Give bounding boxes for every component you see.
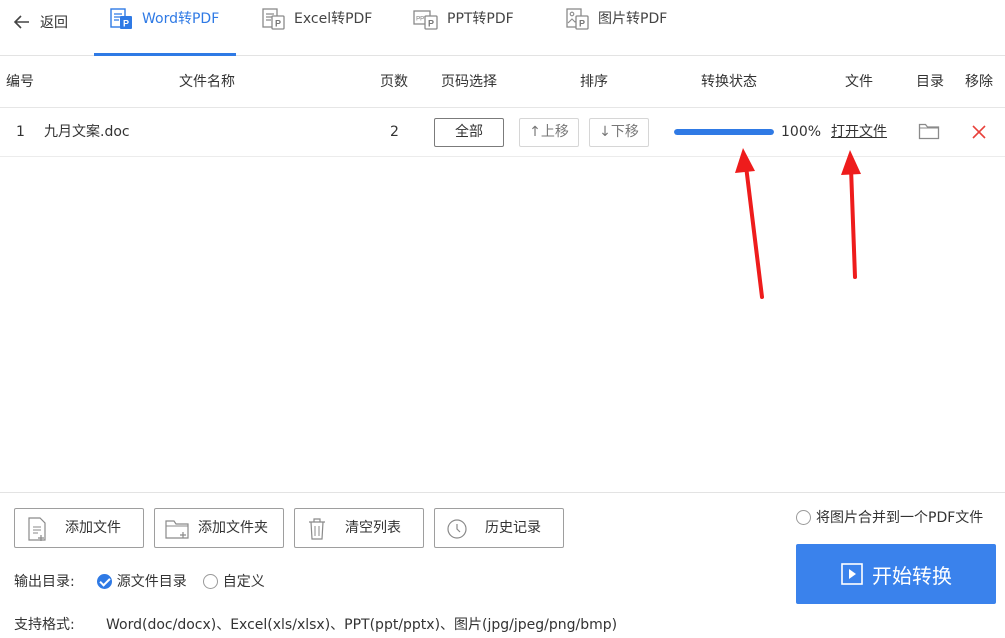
tab-ppt-to-pdf[interactable]: PPT P PPT转PDF: [413, 0, 514, 56]
column-header-status: 转换状态: [701, 74, 757, 90]
merge-images-option[interactable]: 将图片合并到一个PDF文件: [796, 507, 983, 527]
output-directory: 输出目录: 源文件目录 自定义: [14, 571, 265, 591]
tab-label: 图片转PDF: [598, 11, 668, 27]
remove-button[interactable]: [971, 124, 987, 140]
history-button[interactable]: 历史记录: [434, 508, 564, 548]
table-row: 1 九月文案.doc 2 全部 ↑上移 ↓下移 100% 打开文件: [0, 108, 1005, 157]
tab-label: Word转PDF: [142, 11, 220, 27]
arrow-left-icon: [13, 15, 29, 29]
custom-dir-label: 自定义: [222, 574, 265, 590]
output-directory-label: 输出目录:: [14, 574, 75, 590]
close-icon: [972, 125, 986, 139]
annotation-arrow-progress: [735, 148, 764, 299]
column-header-filename: 文件名称: [179, 74, 235, 90]
progress-text: 100%: [781, 124, 822, 140]
column-header-pages: 页数: [380, 74, 408, 90]
merge-images-label: 将图片合并到一个PDF文件: [816, 510, 984, 526]
column-header-directory: 目录: [916, 74, 944, 90]
svg-text:P: P: [579, 19, 585, 29]
ppt-pdf-icon: PPT P: [413, 10, 438, 30]
bottom-panel: 添加文件 添加文件夹 清空列表 历史记录 将图片合并到一个PDF文件 开始转换 …: [0, 492, 1005, 638]
tab-label: Excel转PDF: [294, 11, 373, 27]
open-folder-button[interactable]: [918, 122, 940, 142]
source-dir-label: 源文件目录: [116, 574, 187, 590]
row-filename: 九月文案.doc: [44, 124, 130, 140]
excel-pdf-icon: P: [262, 8, 285, 30]
row-index: 1: [16, 124, 25, 140]
back-button[interactable]: 返回: [12, 10, 68, 34]
image-pdf-icon: P: [566, 8, 589, 30]
column-header-sort: 排序: [580, 74, 608, 90]
column-header-page-select: 页码选择: [441, 74, 497, 90]
output-option-custom[interactable]: 自定义: [202, 571, 265, 591]
tab-word-to-pdf[interactable]: P Word转PDF: [94, 0, 236, 56]
add-folder-label: 添加文件夹: [198, 520, 268, 536]
open-file-link[interactable]: 打开文件: [831, 108, 887, 157]
tab-excel-to-pdf[interactable]: P Excel转PDF: [260, 0, 372, 56]
supported-formats-label: 支持格式:: [14, 617, 75, 633]
move-down-button[interactable]: ↓下移: [589, 118, 649, 147]
source-dir-radio[interactable]: [96, 573, 112, 589]
history-label: 历史记录: [485, 520, 541, 536]
clear-list-button[interactable]: 清空列表: [294, 508, 424, 548]
svg-text:P: P: [275, 19, 281, 29]
progress-bar-fill: [674, 129, 774, 135]
annotation-arrow-open-file: [841, 150, 861, 279]
svg-text:P: P: [123, 19, 129, 29]
table-header: 编号 文件名称 页数 页码选择 排序 转换状态 文件 目录 移除: [0, 56, 1005, 108]
page-select-button[interactable]: 全部: [434, 118, 504, 147]
output-option-source-dir[interactable]: 源文件目录: [96, 571, 187, 591]
tab-label: PPT转PDF: [447, 11, 514, 27]
tab-image-to-pdf[interactable]: P 图片转PDF: [564, 0, 667, 56]
conversion-progress-bar: [674, 129, 774, 135]
add-file-button[interactable]: 添加文件: [14, 508, 144, 548]
move-up-button[interactable]: ↑上移: [519, 118, 579, 147]
add-file-label: 添加文件: [65, 520, 121, 536]
merge-images-radio[interactable]: [796, 509, 811, 525]
column-header-index: 编号: [6, 74, 34, 90]
column-header-remove: 移除: [965, 74, 993, 90]
word-pdf-icon: P: [110, 8, 132, 29]
svg-text:P: P: [428, 19, 434, 29]
supported-formats: 支持格式: Word(doc/docx)、Excel(xls/xlsx)、PPT(…: [14, 614, 617, 634]
custom-dir-radio[interactable]: [202, 573, 218, 589]
supported-formats-text: Word(doc/docx)、Excel(xls/xlsx)、PPT(ppt/p…: [106, 617, 618, 633]
start-convert-button[interactable]: 开始转换: [796, 544, 996, 604]
add-folder-button[interactable]: 添加文件夹: [154, 508, 284, 548]
back-label: 返回: [40, 15, 68, 31]
folder-icon: [918, 123, 940, 140]
play-icon: [841, 563, 863, 585]
clear-list-label: 清空列表: [345, 520, 401, 536]
top-bar: 返回 P Word转PDF P Excel转PDF PPT P PPT转PDF: [0, 0, 1005, 56]
row-pages: 2: [390, 124, 399, 140]
start-convert-label: 开始转换: [872, 563, 952, 588]
column-header-file: 文件: [845, 74, 873, 90]
